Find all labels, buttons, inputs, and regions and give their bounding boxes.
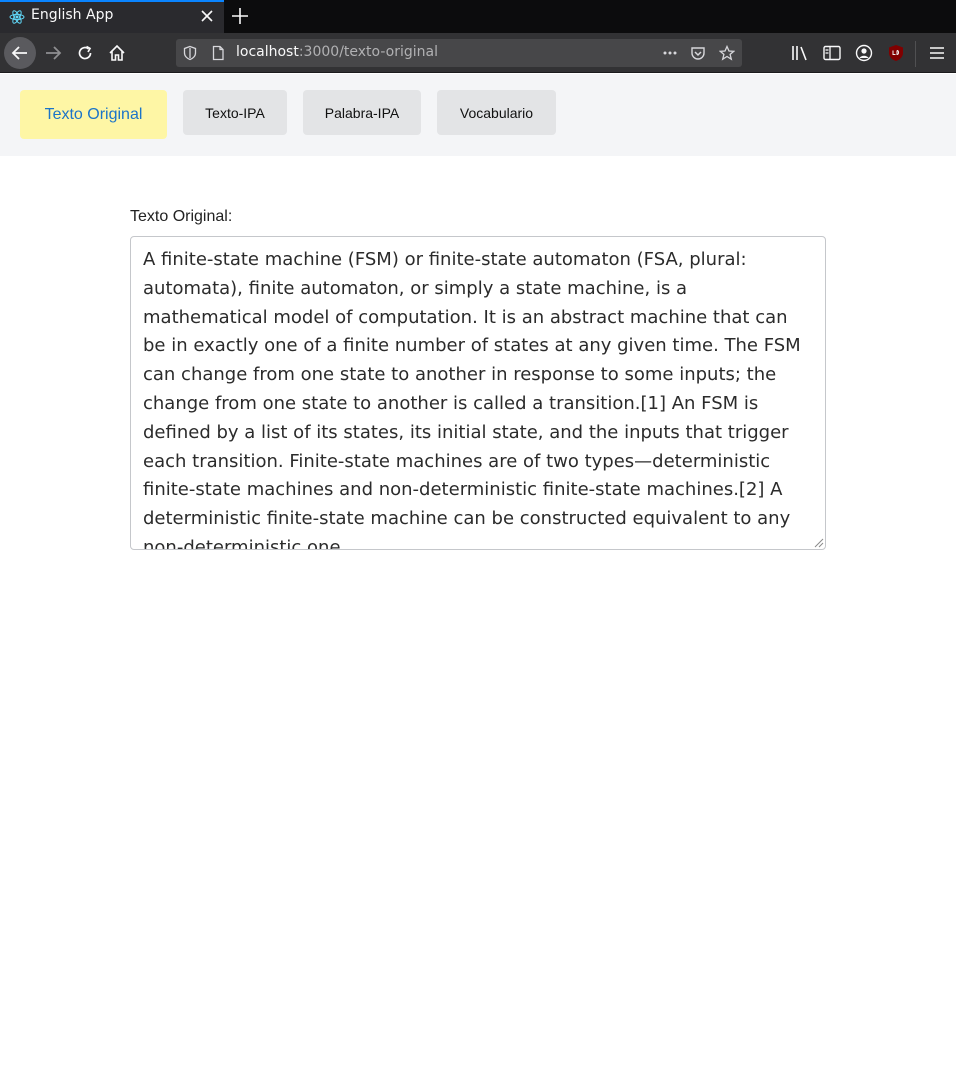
arrow-left-icon bbox=[11, 46, 27, 60]
home-button[interactable] bbox=[101, 37, 133, 69]
home-icon bbox=[109, 44, 125, 61]
forward-button[interactable] bbox=[37, 37, 69, 69]
tab-accent-line bbox=[0, 0, 224, 2]
sidebar-icon[interactable] bbox=[823, 45, 841, 61]
react-icon bbox=[9, 10, 25, 24]
reload-icon bbox=[78, 45, 92, 60]
arrow-right-icon bbox=[46, 46, 62, 60]
shield-icon[interactable] bbox=[182, 45, 198, 61]
texto-original-textarea[interactable]: A finite-state machine (FSM) or finite-s… bbox=[130, 236, 826, 550]
reload-button[interactable] bbox=[69, 37, 101, 69]
pocket-icon[interactable] bbox=[690, 45, 706, 61]
browser-tab[interactable]: English App bbox=[0, 0, 224, 33]
more-actions-icon[interactable] bbox=[662, 45, 678, 61]
url-text[interactable]: localhost:3000/texto-original bbox=[236, 44, 438, 60]
toolbar-separator bbox=[915, 41, 916, 67]
account-icon[interactable] bbox=[855, 44, 873, 62]
back-button[interactable] bbox=[4, 37, 36, 69]
new-tab-icon[interactable] bbox=[230, 6, 250, 26]
ublock-icon[interactable] bbox=[887, 44, 905, 62]
tab-texto-original[interactable]: Texto Original bbox=[20, 90, 167, 139]
page-icon[interactable] bbox=[210, 45, 226, 61]
library-icon[interactable] bbox=[791, 45, 809, 61]
texto-original-label: Texto Original: bbox=[130, 208, 233, 225]
url-bar[interactable]: localhost:3000/texto-original bbox=[176, 39, 742, 67]
resize-grip-icon[interactable] bbox=[812, 536, 824, 548]
hamburger-menu-icon[interactable] bbox=[929, 45, 945, 61]
tab-texto-ipa[interactable]: Texto-IPA bbox=[183, 90, 287, 135]
url-path: :3000/texto-original bbox=[298, 44, 439, 60]
star-icon[interactable] bbox=[719, 45, 735, 61]
tab-title: English App bbox=[31, 7, 114, 23]
browser-tabstrip: English App bbox=[0, 0, 956, 33]
app-header: Texto Original Texto-IPA Palabra-IPA Voc… bbox=[0, 74, 956, 156]
tab-vocabulario[interactable]: Vocabulario bbox=[437, 90, 556, 135]
browser-navbar: localhost:3000/texto-original bbox=[0, 33, 956, 73]
url-host: localhost bbox=[236, 44, 299, 60]
close-icon[interactable] bbox=[198, 7, 216, 25]
tab-palabra-ipa[interactable]: Palabra-IPA bbox=[303, 90, 421, 135]
